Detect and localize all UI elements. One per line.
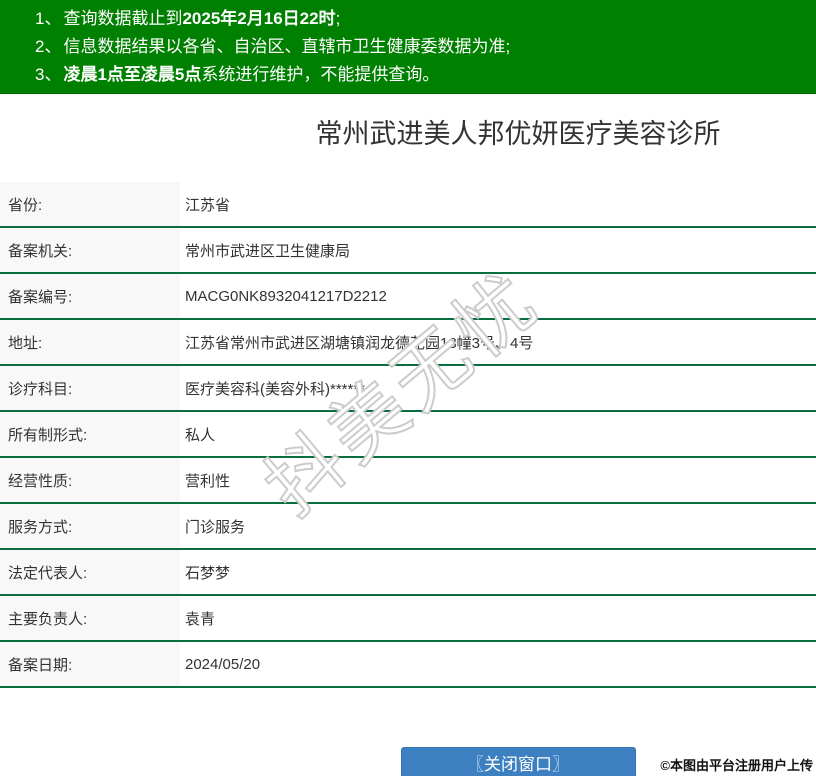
row-value: 常州市武进区卫生健康局 — [185, 242, 351, 260]
row-label: 备案机关: — [0, 228, 180, 272]
table-row: 地址: 江苏省常州市武进区湖塘镇润龙德花园18幢3号、4号 — [0, 320, 816, 366]
row-value: 石梦梦 — [185, 564, 231, 582]
table-row: 备案编号: MACG0NK8932041217D2212 — [0, 274, 816, 320]
notice-text: 信息数据结果以各省、自治区、直辖市卫生健康委数据为准; — [63, 37, 511, 56]
notice-number: 2、 — [35, 37, 62, 56]
row-value: 江苏省 — [185, 196, 231, 214]
close-window-button[interactable]: 〖关闭窗口〗 — [400, 747, 636, 776]
record-info-table: 省份: 江苏省 备案机关: 常州市武进区卫生健康局 备案编号: MACG0NK8… — [0, 182, 816, 688]
row-value: 江苏省常州市武进区湖塘镇润龙德花园18幢3号、4号 — [185, 334, 534, 352]
page-title: 常州武进美人邦优妍医疗美容诊所 — [315, 119, 721, 149]
row-value: 医疗美容科(美容外科)****** — [185, 380, 366, 398]
row-label: 服务方式: — [0, 504, 180, 548]
row-label: 所有制形式: — [0, 412, 180, 456]
page-content: 1、 查询数据截止到2025年2月16日22时; 2、 信息数据结果以各省、自治区、… — [0, 0, 816, 776]
table-row: 法定代表人: 石梦梦 — [0, 550, 816, 596]
notice-line: 2、 信息数据结果以各省、自治区、直辖市卫生健康委数据为准; — [35, 33, 816, 61]
row-label: 备案日期: — [0, 642, 180, 686]
table-row: 所有制形式: 私人 — [0, 412, 816, 458]
row-label: 法定代表人: — [0, 550, 180, 594]
table-row: 诊疗科目: 医疗美容科(美容外科)****** — [0, 366, 816, 412]
row-value: MACG0NK8932041217D2212 — [185, 287, 387, 305]
platform-upload-stamp: ©本图由平台注册用户上传 — [660, 758, 813, 773]
table-row: 主要负责人: 袁青 — [0, 596, 816, 642]
notice-number: 3、 — [35, 65, 62, 84]
row-value: 袁青 — [185, 610, 216, 628]
row-label: 诊疗科目: — [0, 366, 180, 410]
row-label: 经营性质: — [0, 458, 180, 502]
row-value: 2024/05/20 — [185, 655, 261, 673]
row-value: 私人 — [185, 426, 216, 444]
notice-banner: 1、 查询数据截止到2025年2月16日22时; 2、 信息数据结果以各省、自治区、… — [0, 0, 816, 94]
table-row: 备案机关: 常州市武进区卫生健康局 — [0, 228, 816, 274]
notice-line: 3、 凌晨1点至凌晨5点系统进行维护，不能提供查询。 — [35, 61, 816, 89]
notice-number: 1、 — [35, 9, 62, 28]
row-label: 省份: — [0, 182, 180, 226]
notice-text: 查询数据截止到2025年2月16日22时; — [63, 9, 341, 28]
row-label: 地址: — [0, 320, 180, 364]
row-value: 门诊服务 — [185, 518, 246, 536]
table-row: 省份: 江苏省 — [0, 182, 816, 228]
page-viewport: 1、 查询数据截止到2025年2月16日22时; 2、 信息数据结果以各省、自治区、… — [0, 0, 816, 776]
row-label: 备案编号: — [0, 274, 180, 318]
table-row: 服务方式: 门诊服务 — [0, 504, 816, 550]
notice-line: 1、 查询数据截止到2025年2月16日22时; — [35, 5, 816, 33]
row-label: 主要负责人: — [0, 596, 180, 640]
row-value: 营利性 — [185, 472, 231, 490]
table-row: 经营性质: 营利性 — [0, 458, 816, 504]
table-row: 备案日期: 2024/05/20 — [0, 642, 816, 688]
notice-text: 凌晨1点至凌晨5点系统进行维护，不能提供查询。 — [63, 65, 440, 84]
